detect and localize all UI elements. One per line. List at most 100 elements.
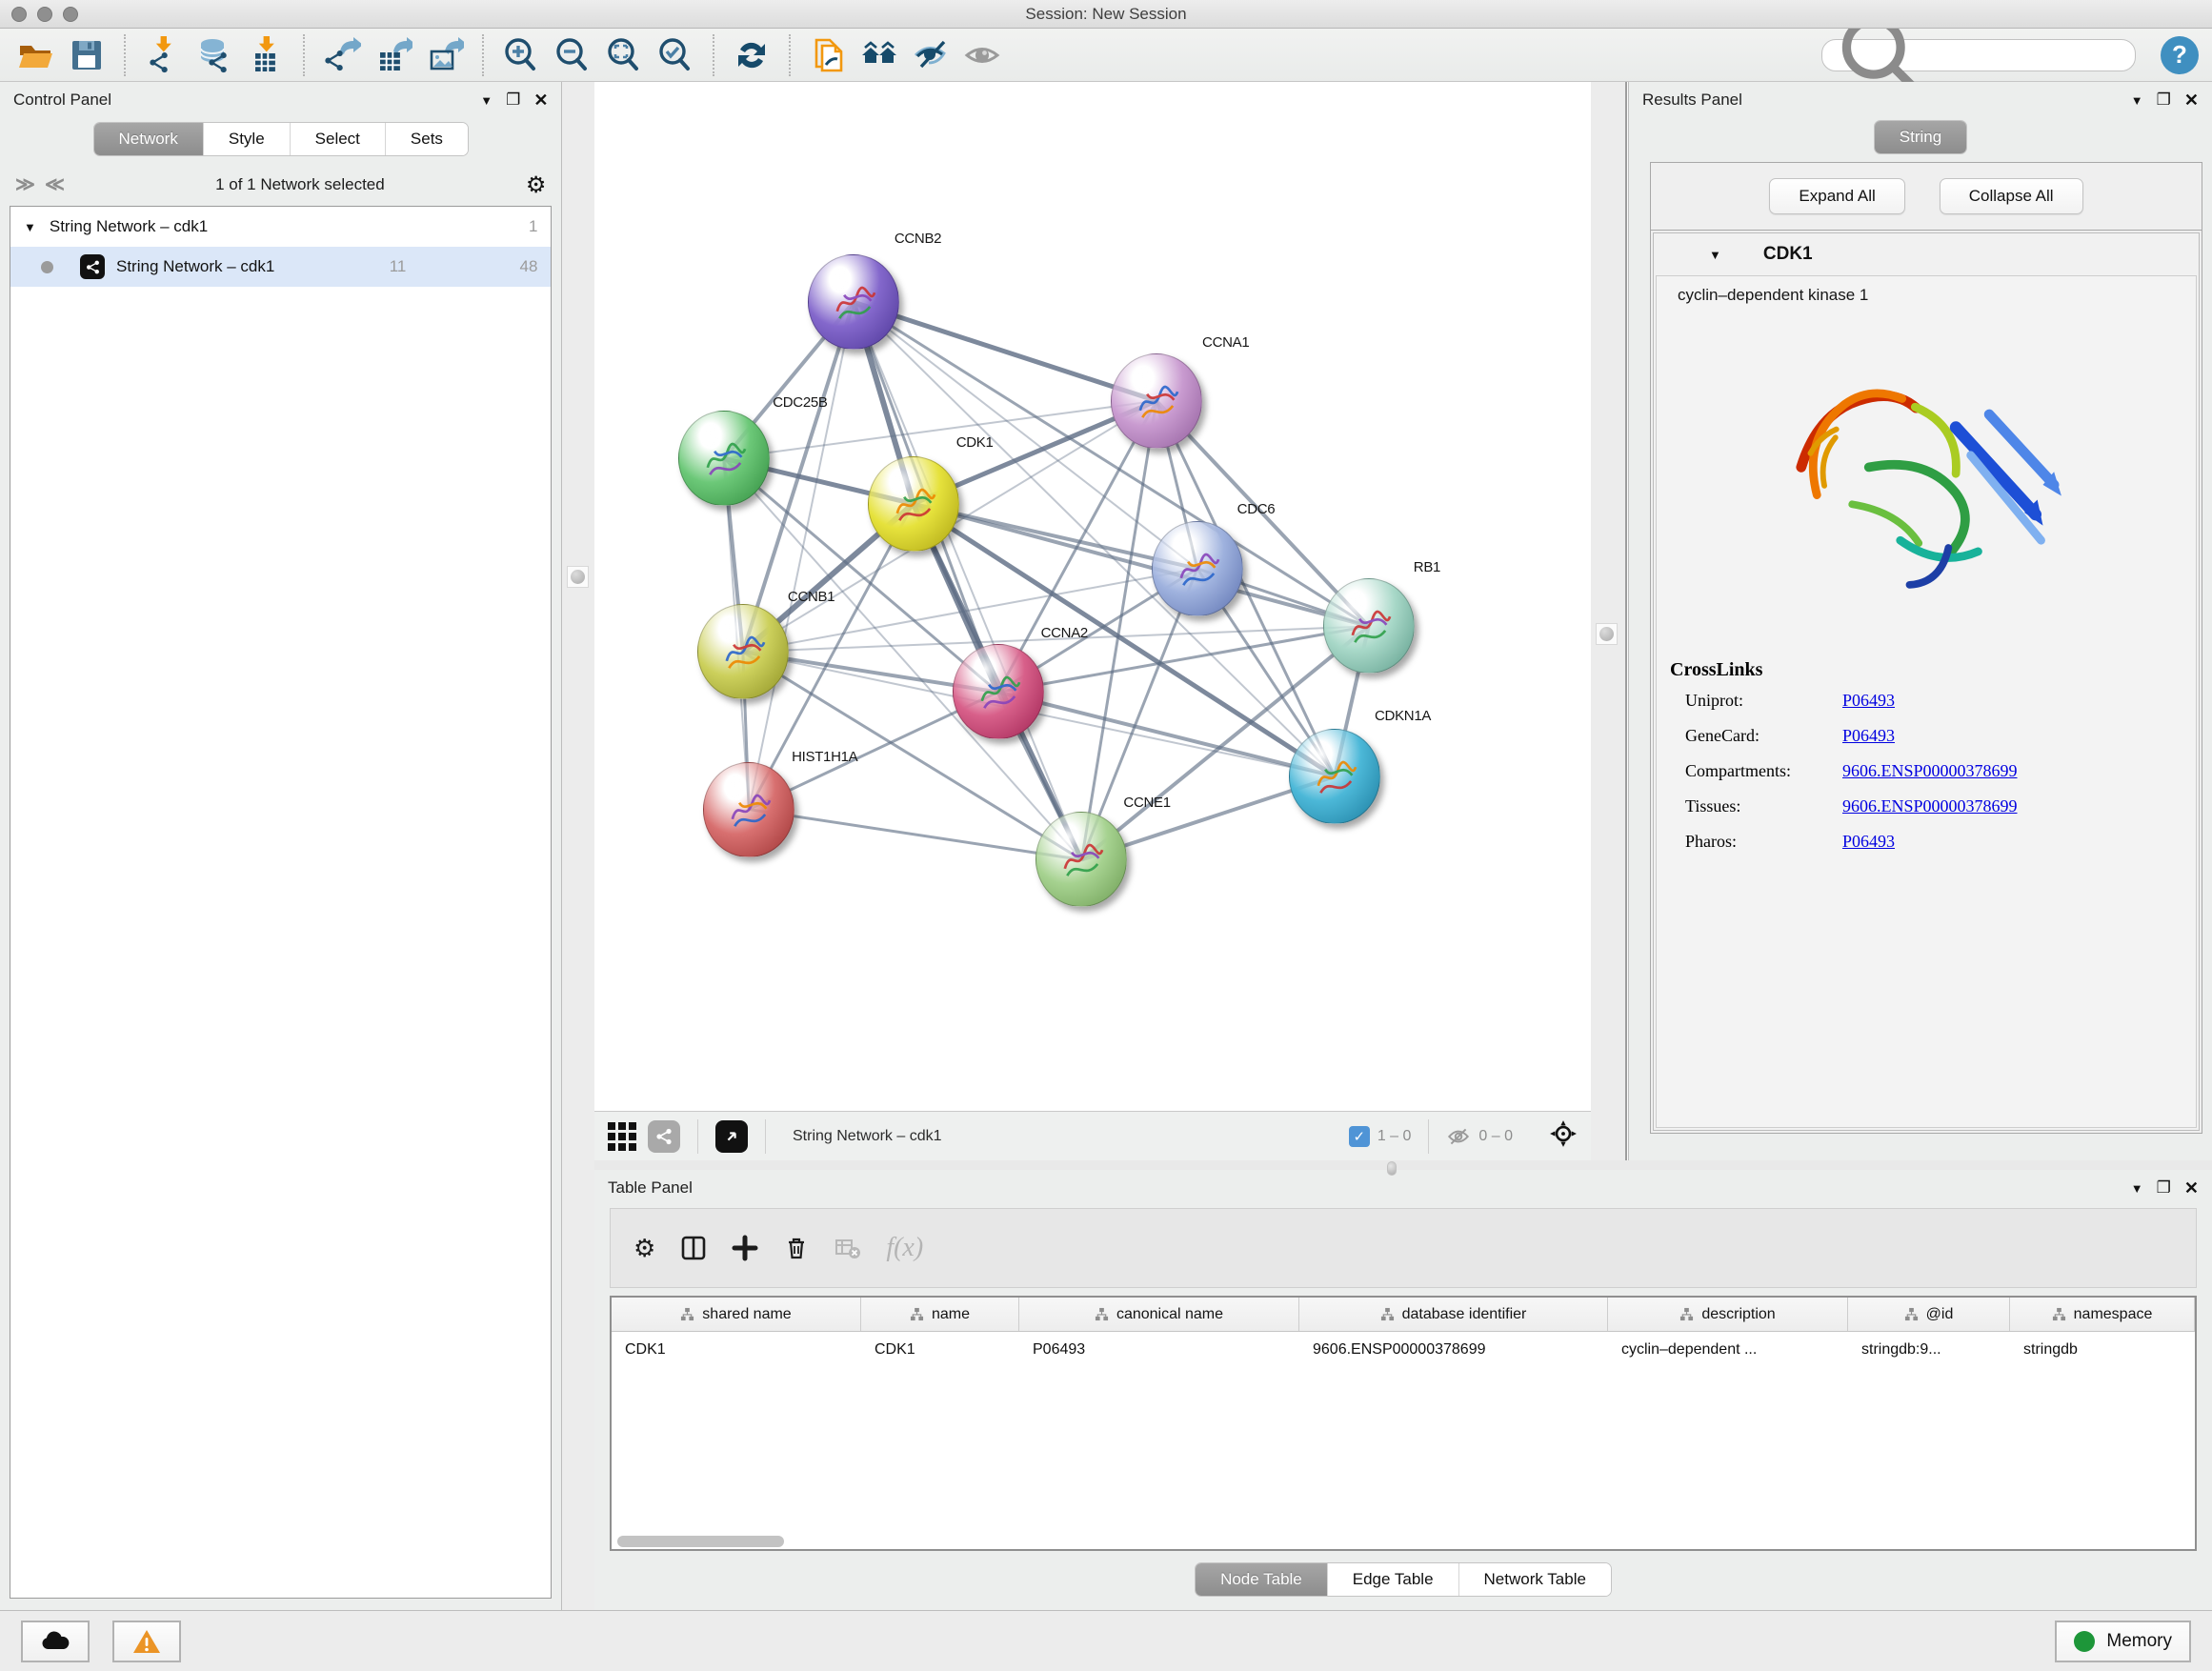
node-RB1[interactable] xyxy=(1323,578,1415,674)
grid-view-icon[interactable] xyxy=(608,1122,636,1151)
node-CCNA1[interactable] xyxy=(1111,353,1202,449)
help-button[interactable]: ? xyxy=(2161,36,2199,74)
splitter-handle[interactable] xyxy=(567,566,589,588)
node-table[interactable]: shared namenamecanonical namedatabase id… xyxy=(610,1296,2197,1551)
edge-CCNB2-CCNE1[interactable] xyxy=(854,302,1082,859)
node-CDKN1A[interactable] xyxy=(1289,729,1380,824)
node-CCNE1[interactable] xyxy=(1036,812,1127,907)
node-CCNA2[interactable] xyxy=(953,644,1044,739)
table-panel-menu-icon[interactable]: ▼ xyxy=(2131,1181,2143,1196)
warnings-button[interactable] xyxy=(112,1621,181,1662)
table-row[interactable]: CDK1CDK1P064939606.ENSP00000378699cyclin… xyxy=(612,1332,2195,1368)
crosslink-link[interactable]: 9606.ENSP00000378699 xyxy=(1842,761,2018,781)
edge-CCNA2-CDKN1A[interactable] xyxy=(998,692,1336,776)
save-session-icon[interactable] xyxy=(65,33,109,77)
table-cell[interactable]: cyclin–dependent ... xyxy=(1608,1332,1848,1368)
results-panel-close-icon[interactable]: ✕ xyxy=(2184,91,2199,111)
table-panel-close-icon[interactable]: ✕ xyxy=(2184,1178,2199,1198)
crosslink-link[interactable]: P06493 xyxy=(1842,691,1895,711)
open-session-icon[interactable] xyxy=(13,33,57,77)
column-header-database-identifier[interactable]: database identifier xyxy=(1299,1298,1608,1331)
results-panel-menu-icon[interactable]: ▼ xyxy=(2131,93,2143,108)
search-box[interactable] xyxy=(1821,39,2136,71)
search-input[interactable] xyxy=(1936,47,2125,63)
export-network-icon[interactable] xyxy=(320,33,364,77)
table-horizontal-scrollbar[interactable] xyxy=(617,1536,784,1547)
table-options-gear-icon[interactable]: ⚙ xyxy=(633,1234,655,1263)
column-header-description[interactable]: description xyxy=(1608,1298,1848,1331)
import-network-file-icon[interactable] xyxy=(141,33,185,77)
table-panel-float-icon[interactable]: ❐ xyxy=(2157,1178,2171,1198)
network-view-icon[interactable] xyxy=(648,1120,680,1153)
memory-button[interactable]: Memory xyxy=(2055,1621,2191,1662)
tab-string[interactable]: String xyxy=(1875,121,1966,153)
edge-HIST1H1A-CCNE1[interactable] xyxy=(749,810,1081,860)
tab-node-table[interactable]: Node Table xyxy=(1196,1563,1327,1596)
tab-network-table[interactable]: Network Table xyxy=(1458,1563,1611,1596)
export-table-icon[interactable] xyxy=(372,33,415,77)
network-options-gear-icon[interactable]: ⚙ xyxy=(526,171,547,199)
splitter-handle[interactable] xyxy=(1387,1161,1397,1176)
create-column-icon[interactable] xyxy=(732,1235,758,1261)
results-panel-splitter[interactable] xyxy=(1591,82,1625,1160)
control-panel-close-icon[interactable]: ✕ xyxy=(533,91,548,111)
protein-collapse-icon[interactable]: ▼ xyxy=(1709,248,1721,262)
control-panel-menu-icon[interactable]: ▼ xyxy=(480,93,493,108)
zoom-out-icon[interactable] xyxy=(551,33,594,77)
node-CDC25B[interactable] xyxy=(678,411,770,506)
show-columns-icon[interactable] xyxy=(680,1235,707,1261)
column-header-namespace[interactable]: namespace xyxy=(2010,1298,2195,1331)
tab-network[interactable]: Network xyxy=(94,123,203,155)
tab-style[interactable]: Style xyxy=(203,123,290,155)
table-cell[interactable]: P06493 xyxy=(1019,1332,1299,1368)
node-HIST1H1A[interactable] xyxy=(703,762,794,857)
crosslink-link[interactable]: P06493 xyxy=(1842,832,1895,852)
network-canvas[interactable]: CCNB2 CCNA1 CDC25B CDK1 CDC6 RB1 CCNB1 C… xyxy=(594,82,1591,1111)
expand-all-button[interactable]: Expand All xyxy=(1769,178,1904,214)
tab-sets[interactable]: Sets xyxy=(385,123,468,155)
expand-all-networks-icon[interactable]: ≪ xyxy=(45,175,65,194)
collection-expand-icon[interactable]: ▼ xyxy=(24,220,36,234)
collapse-all-networks-icon[interactable]: ≫ xyxy=(15,175,35,194)
tab-select[interactable]: Select xyxy=(290,123,385,155)
zoom-fit-icon[interactable] xyxy=(602,33,646,77)
node-CCNB1[interactable] xyxy=(697,604,789,699)
table-cell[interactable]: CDK1 xyxy=(861,1332,1019,1368)
import-table-icon[interactable] xyxy=(244,33,288,77)
table-panel-splitter[interactable] xyxy=(594,1160,2212,1170)
column-header-canonical-name[interactable]: canonical name xyxy=(1019,1298,1299,1331)
column-header-name[interactable]: name xyxy=(861,1298,1019,1331)
tab-edge-table[interactable]: Edge Table xyxy=(1327,1563,1458,1596)
node-CCNB2[interactable] xyxy=(808,254,899,350)
column-header-id[interactable]: @id xyxy=(1848,1298,2010,1331)
export-image-icon[interactable] xyxy=(423,33,467,77)
apply-layout-icon[interactable] xyxy=(730,33,774,77)
node-CDC6[interactable] xyxy=(1152,521,1243,616)
cloud-button[interactable] xyxy=(21,1621,90,1662)
collapse-all-button[interactable]: Collapse All xyxy=(1940,178,2083,214)
table-cell[interactable]: stringdb:9... xyxy=(1848,1332,2010,1368)
birdseye-view-icon[interactable] xyxy=(715,1120,748,1153)
table-cell[interactable]: 9606.ENSP00000378699 xyxy=(1299,1332,1608,1368)
control-panel-float-icon[interactable]: ❐ xyxy=(506,91,520,110)
show-all-icon[interactable] xyxy=(960,33,1004,77)
first-neighbors-icon[interactable] xyxy=(857,33,901,77)
results-panel-float-icon[interactable]: ❐ xyxy=(2157,91,2171,110)
network-collection-row[interactable]: ▼ String Network – cdk1 1 xyxy=(10,207,551,247)
edge-CCNB2-CCNA1[interactable] xyxy=(854,302,1156,401)
control-panel-splitter[interactable] xyxy=(562,82,594,1610)
table-cell[interactable]: CDK1 xyxy=(612,1332,861,1368)
splitter-handle[interactable] xyxy=(1596,623,1618,645)
column-header-shared-name[interactable]: shared name xyxy=(612,1298,861,1331)
crosslink-link[interactable]: 9606.ENSP00000378699 xyxy=(1842,796,2018,816)
annotation-icon[interactable] xyxy=(806,33,850,77)
hide-selected-icon[interactable] xyxy=(909,33,953,77)
network-row[interactable]: String Network – cdk1 11 48 xyxy=(10,247,551,287)
zoom-selected-icon[interactable] xyxy=(654,33,697,77)
import-network-database-icon[interactable] xyxy=(192,33,236,77)
node-CDK1[interactable] xyxy=(868,456,959,552)
table-cell[interactable]: stringdb xyxy=(2010,1332,2195,1368)
crosslink-link[interactable]: P06493 xyxy=(1842,726,1895,746)
zoom-in-icon[interactable] xyxy=(499,33,543,77)
fit-selected-icon[interactable] xyxy=(1549,1119,1578,1153)
